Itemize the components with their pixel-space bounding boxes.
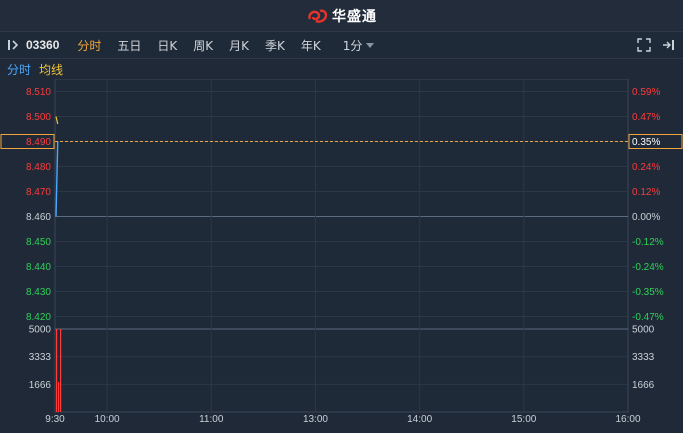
current-price-label: 8.490 (26, 137, 51, 148)
price-tick-label: 8.480 (26, 162, 51, 173)
current-percent-label: 0.35% (632, 137, 660, 148)
interval-dropdown[interactable]: 1分 (335, 37, 383, 54)
tab-yearly-k[interactable]: 年K (293, 37, 329, 54)
price-tick-label: 8.440 (26, 262, 51, 273)
title-bar: 华盛通 (0, 0, 683, 31)
time-axis: 9:30 10:00 11:00 13:00 14:00 15:00 16:00 (45, 414, 641, 425)
price-tick-label: 8.420 (26, 312, 51, 323)
price-tick-label: 8.430 (26, 287, 51, 298)
price-tick-label: 8.470 (26, 187, 51, 198)
tab-timeshare[interactable]: 分时 (69, 37, 109, 54)
stock-code: 03360 (26, 38, 60, 52)
percent-tick-label: -0.12% (632, 237, 664, 248)
chart-legend: 分时 均线 (0, 59, 63, 79)
time-tick-label: 11:00 (199, 414, 224, 425)
volume-tick-label-right: 1666 (632, 380, 655, 391)
price-tick-label: 8.510 (26, 87, 51, 98)
time-tick-label: 10:00 (95, 414, 120, 425)
volume-tick-label-right: 3333 (632, 352, 655, 363)
brand-logo-icon (308, 9, 328, 23)
percent-tick-label: 0.12% (632, 187, 660, 198)
legend-timeshare: 分时 (7, 62, 32, 77)
time-tick-label: 16:00 (615, 414, 640, 425)
timeshare-chart[interactable]: 8.510 8.500 8.490 8.480 8.470 8.460 8.450 8.440… (0, 79, 683, 433)
expand-panel-icon[interactable] (661, 38, 675, 52)
percent-tick-label: -0.47% (632, 312, 664, 323)
tab-quarterly-k[interactable]: 季K (257, 37, 293, 54)
price-tick-label: 8.460 (26, 212, 51, 223)
interval-label: 1分 (342, 38, 363, 53)
time-tick-label: 14:00 (407, 414, 432, 425)
volume-bar (56, 329, 58, 412)
volume-tick-label: 1666 (29, 380, 52, 391)
tab-monthly-k[interactable]: 月K (221, 37, 257, 54)
percent-tick-label: 0.00% (632, 212, 660, 223)
percent-tick-label: -0.24% (632, 262, 664, 273)
volume-bar (60, 329, 62, 412)
chart-grid (54, 79, 629, 413)
tab-daily-k[interactable]: 日K (149, 37, 185, 54)
percent-tick-label: 0.24% (632, 162, 660, 173)
price-axis: 8.510 8.500 8.490 8.480 8.470 8.460 8.450 8.440… (26, 87, 51, 323)
percent-axis: 0.59% 0.47% 0.35% 0.24% 0.12% 0.00% -0.12% -0.2… (632, 87, 664, 323)
collapse-panel-icon[interactable] (7, 38, 21, 52)
percent-tick-label: 0.47% (632, 112, 660, 123)
tab-five-day[interactable]: 五日 (109, 37, 149, 54)
legend-average: 均线 (39, 62, 64, 77)
plot-frame (54, 79, 629, 413)
price-tick-label: 8.450 (26, 237, 51, 248)
time-tick-label: 13:00 (303, 414, 328, 425)
tab-weekly-k[interactable]: 周K (185, 37, 221, 54)
volume-tick-label: 5000 (29, 325, 52, 336)
percent-tick-label: 0.59% (632, 87, 660, 98)
chevron-down-icon (366, 42, 375, 48)
brand-name: 华盛通 (332, 8, 377, 25)
volume-tick-label: 3333 (29, 352, 52, 363)
volume-tick-label-right: 5000 (632, 325, 655, 336)
fullscreen-icon[interactable] (637, 38, 651, 52)
brand: 华盛通 (306, 6, 377, 26)
price-tick-label: 8.500 (26, 112, 51, 123)
time-tick-label: 9:30 (45, 414, 65, 425)
percent-tick-label: -0.35% (632, 287, 664, 298)
toolbar: 03360 分时 五日 日K 周K 月K 季K 年K 1分 (0, 31, 683, 59)
volume-bar (58, 382, 60, 412)
time-tick-label: 15:00 (511, 414, 536, 425)
